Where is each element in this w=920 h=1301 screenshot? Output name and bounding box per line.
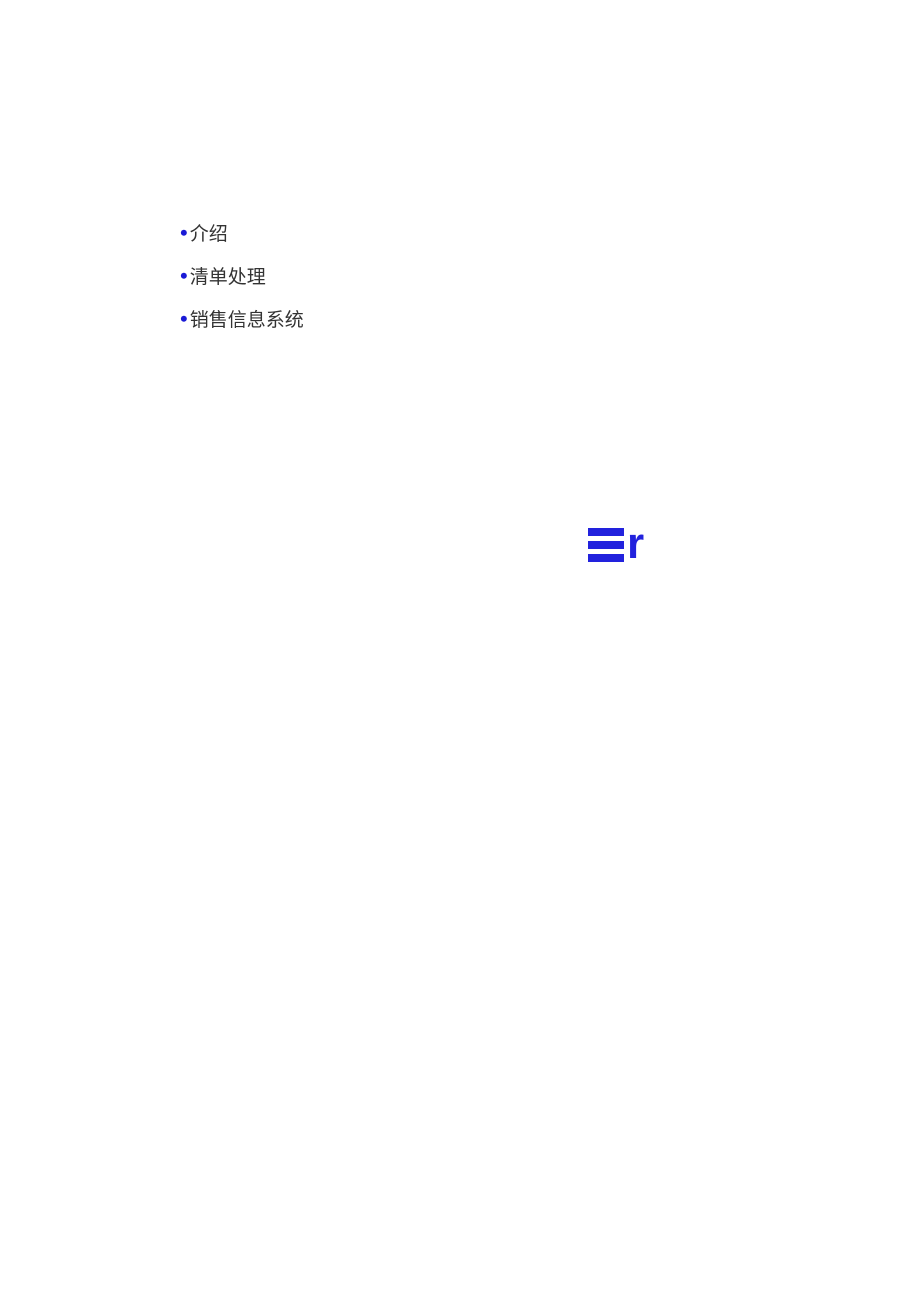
- list-item: • 介绍: [180, 218, 304, 249]
- bullet-icon: •: [180, 261, 188, 292]
- list-item-label: 介绍: [190, 222, 228, 249]
- logo-text: r: [627, 526, 642, 561]
- list-item: • 销售信息系统: [180, 304, 304, 335]
- bullet-icon: •: [180, 304, 188, 335]
- list-item-label: 销售信息系统: [190, 308, 304, 335]
- list-item: • 清单处理: [180, 261, 304, 292]
- bullet-icon: •: [180, 218, 188, 249]
- logo-bars-icon: [588, 528, 624, 562]
- list-item-label: 清单处理: [190, 265, 266, 292]
- content-list: • 介绍 • 清单处理 • 销售信息系统: [180, 218, 304, 346]
- logo: r: [588, 528, 642, 562]
